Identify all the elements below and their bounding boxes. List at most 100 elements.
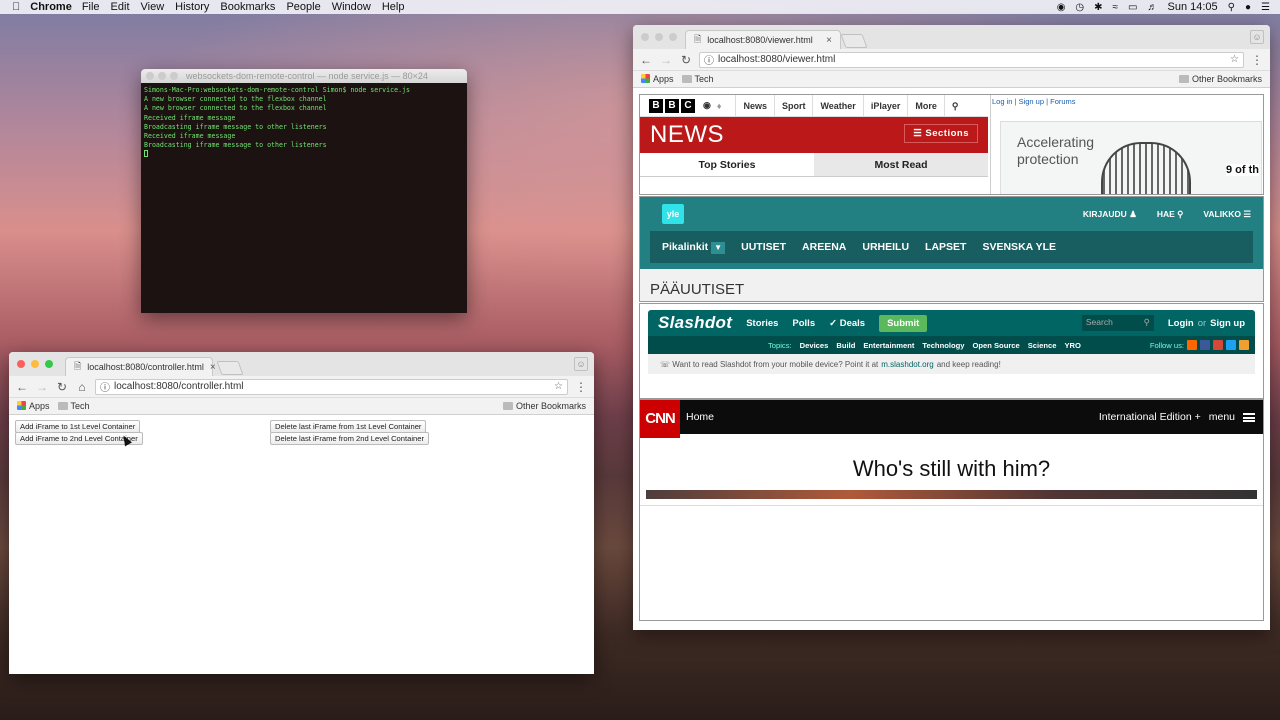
- new-tab-button[interactable]: [216, 361, 244, 375]
- rss-icon[interactable]: [1187, 340, 1197, 350]
- info-icon[interactable]: ⓘ: [100, 379, 110, 394]
- bluetooth-icon[interactable]: ✱: [1094, 2, 1102, 13]
- back-icon[interactable]: ←: [15, 380, 29, 394]
- search-button[interactable]: HAE ⚲: [1157, 209, 1184, 220]
- viewer-browser-window[interactable]: 🗎 localhost:8080/viewer.html × ☺ ← → ↻ ⓘ…: [633, 25, 1270, 630]
- close-dot[interactable]: [146, 72, 154, 80]
- edition-selector[interactable]: International Edition +: [1099, 411, 1201, 423]
- mobile-site-link[interactable]: m.slashdot.org: [881, 360, 933, 369]
- iframe-yle[interactable]: yle KIRJAUDU ♟ HAE ⚲ VALIKKO ☰ Pikalinki…: [639, 196, 1264, 302]
- bbc-nav-sport[interactable]: Sport: [773, 95, 813, 117]
- hero-image[interactable]: [646, 490, 1257, 499]
- menu-view[interactable]: View: [141, 1, 165, 13]
- bookmark-apps[interactable]: Apps: [641, 74, 674, 84]
- signup-link[interactable]: Sign up: [1210, 318, 1245, 329]
- bbc-logo[interactable]: BBC: [649, 98, 695, 113]
- minimize-dot[interactable]: [655, 33, 663, 41]
- nav-polls[interactable]: Polls: [792, 318, 815, 329]
- app-menu[interactable]: Chrome: [30, 1, 72, 13]
- link-log-in[interactable]: Log in: [992, 97, 1012, 106]
- info-icon[interactable]: ⓘ: [704, 52, 714, 67]
- delete-iframe-level2-button[interactable]: Delete last iFrame from 2nd Level Contai…: [270, 432, 429, 445]
- bookmark-other[interactable]: Other Bookmarks: [502, 401, 586, 411]
- search-input[interactable]: Search ⚲: [1081, 315, 1154, 331]
- link-forums[interactable]: Forums: [1050, 97, 1075, 106]
- nav-lapset[interactable]: LAPSET: [925, 241, 966, 253]
- topic-yro[interactable]: YRO: [1064, 341, 1080, 350]
- tab-close-icon[interactable]: ×: [826, 35, 832, 46]
- bell-icon[interactable]: ♦: [717, 101, 722, 111]
- login-link[interactable]: Login: [1168, 318, 1194, 329]
- zoom-dot[interactable]: [170, 72, 178, 80]
- spotlight-search-icon[interactable]: ⚲: [1228, 2, 1235, 13]
- time-machine-icon[interactable]: ◷: [1075, 2, 1084, 13]
- bbc-nav-iplayer[interactable]: iPlayer: [862, 95, 908, 117]
- iframe-cnn[interactable]: CNN Home International Edition + menu Wh…: [639, 399, 1264, 621]
- menu-people[interactable]: People: [286, 1, 320, 13]
- menu-kebab-icon[interactable]: ⋮: [1250, 53, 1264, 67]
- account-icon[interactable]: ◉: [703, 100, 711, 111]
- iframe-bbc[interactable]: BBC ◉ ♦ News Sport Weather iPlayer More …: [639, 94, 1264, 195]
- menu-bookmarks[interactable]: Bookmarks: [220, 1, 275, 13]
- cnn-logo[interactable]: CNN: [640, 400, 680, 438]
- tab-top-stories[interactable]: Top Stories: [640, 153, 814, 176]
- bbc-nav-weather[interactable]: Weather: [812, 95, 862, 117]
- nav-urheilu[interactable]: URHEILU: [862, 241, 909, 253]
- nav-home[interactable]: Home: [686, 411, 714, 423]
- zoom-dot[interactable]: [669, 33, 677, 41]
- topic-science[interactable]: Science: [1028, 341, 1057, 350]
- topic-technology[interactable]: Technology: [922, 341, 964, 350]
- advert[interactable]: Accelerating protection 9 of th: [1000, 121, 1262, 194]
- minimize-dot[interactable]: [31, 360, 39, 368]
- menu-history[interactable]: History: [175, 1, 209, 13]
- cnn-headline[interactable]: Who's still with him?: [640, 434, 1263, 490]
- yle-logo[interactable]: yle: [662, 204, 684, 224]
- submit-button[interactable]: Submit: [879, 314, 928, 332]
- bbc-news-title[interactable]: NEWS: [650, 121, 724, 149]
- home-icon[interactable]: ⌂: [75, 380, 89, 394]
- forward-icon[interactable]: →: [659, 53, 673, 67]
- menu-edit[interactable]: Edit: [111, 1, 130, 13]
- tab-controller[interactable]: 🗎 localhost:8080/controller.html ×: [65, 357, 216, 376]
- menu-help[interactable]: Help: [382, 1, 405, 13]
- new-tab-button[interactable]: [840, 34, 868, 48]
- address-bar[interactable]: ⓘ localhost:8080/viewer.html ☆: [699, 51, 1244, 68]
- tab-most-read[interactable]: Most Read: [814, 153, 988, 176]
- nav-uutiset[interactable]: UUTISET: [741, 241, 786, 253]
- bookmark-tech[interactable]: Tech: [681, 74, 714, 84]
- twitter-icon[interactable]: [1226, 340, 1236, 350]
- forward-icon[interactable]: →: [35, 380, 49, 394]
- bookmark-star-icon[interactable]: ☆: [1230, 54, 1239, 65]
- topic-build[interactable]: Build: [836, 341, 855, 350]
- facebook-icon[interactable]: [1200, 340, 1210, 350]
- nav-stories[interactable]: Stories: [746, 318, 778, 329]
- siri-icon[interactable]: ●: [1245, 2, 1251, 13]
- topic-devices[interactable]: Devices: [800, 341, 829, 350]
- apple-icon[interactable]: : [12, 1, 20, 13]
- minimize-dot[interactable]: [158, 72, 166, 80]
- bookmark-apps[interactable]: Apps: [17, 401, 50, 411]
- nav-areena[interactable]: AREENA: [802, 241, 846, 253]
- zoom-dot[interactable]: [45, 360, 53, 368]
- tab-close-icon[interactable]: ×: [210, 362, 216, 373]
- back-icon[interactable]: ←: [639, 53, 653, 67]
- nav-deals[interactable]: ✓ Deals: [829, 318, 865, 329]
- topic-open-source[interactable]: Open Source: [972, 341, 1019, 350]
- menu-window[interactable]: Window: [332, 1, 371, 13]
- reload-icon[interactable]: ↻: [679, 53, 693, 67]
- bbc-nav-more[interactable]: More: [907, 95, 944, 117]
- terminal-output[interactable]: Simons-Mac-Pro:websockets-dom-remote-con…: [141, 83, 467, 164]
- hamburger-icon[interactable]: [1243, 412, 1255, 422]
- address-bar[interactable]: ⓘ localhost:8080/controller.html ☆: [95, 378, 568, 395]
- reload-icon[interactable]: ↻: [55, 380, 69, 394]
- bookmark-star-icon[interactable]: ☆: [554, 381, 563, 392]
- close-dot[interactable]: [641, 33, 649, 41]
- record-icon[interactable]: ◉: [1057, 2, 1066, 13]
- slashdot-logo[interactable]: Slashdot: [658, 313, 732, 333]
- wifi-icon[interactable]: ≈: [1113, 2, 1119, 13]
- tab-viewer[interactable]: 🗎 localhost:8080/viewer.html ×: [685, 30, 841, 49]
- email-icon[interactable]: [1239, 340, 1249, 350]
- search-icon[interactable]: ⚲: [943, 95, 966, 117]
- iframe-slashdot[interactable]: Slashdot Stories Polls ✓ Deals Submit Se…: [639, 303, 1264, 399]
- login-button[interactable]: KIRJAUDU ♟: [1083, 209, 1137, 220]
